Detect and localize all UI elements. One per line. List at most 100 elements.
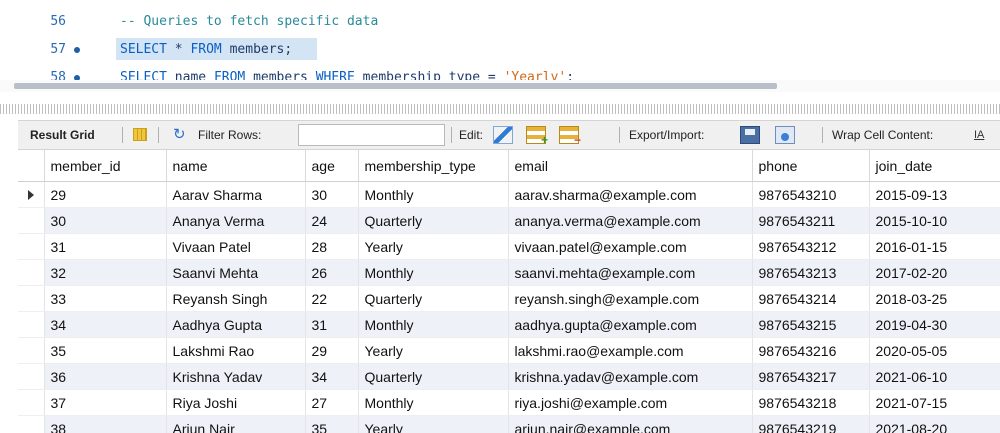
cell-email[interactable]: arjun.nair@example.com [508,415,753,433]
cell-age[interactable]: 28 [305,233,359,260]
cell-join-date[interactable]: 2016-01-15 [869,233,1000,260]
cell-member-id[interactable]: 37 [44,389,167,416]
cell-email[interactable]: reyansh.singh@example.com [508,285,753,312]
cell-name[interactable]: Vivaan Patel [166,233,306,260]
scrollbar-thumb[interactable] [14,83,777,89]
cell-age[interactable]: 30 [305,181,359,208]
editor-horizontal-scrollbar[interactable] [0,80,1000,92]
export-save-icon[interactable] [740,126,760,144]
editor-line-58[interactable]: 58 SELECT name FROM members WHERE member… [0,64,1000,80]
cell-member-id[interactable]: 32 [44,259,167,286]
cell-member-id[interactable]: 38 [44,415,167,433]
cell-member-id[interactable]: 30 [44,207,167,234]
cell-phone[interactable]: 9876543215 [752,311,870,338]
wrap-cell-icon[interactable]: IA [974,127,988,143]
cell-membership-type[interactable]: Yearly [358,415,509,433]
cell-join-date[interactable]: 2019-04-30 [869,311,1000,338]
cell-join-date[interactable]: 2021-08-20 [869,415,1000,433]
cell-name[interactable]: Aadhya Gupta [166,311,306,338]
cell-age[interactable]: 22 [305,285,359,312]
result-grid[interactable]: member_id name age membership_type email… [18,150,1000,433]
cell-membership-type[interactable]: Yearly [358,337,509,364]
column-header-email[interactable]: email [508,150,753,182]
column-header-join-date[interactable]: join_date [869,150,1000,182]
cell-membership-type[interactable]: Monthly [358,259,509,286]
column-header-membership-type[interactable]: membership_type [358,150,509,182]
table-row[interactable]: 37 Riya Joshi 27 Monthly riya.joshi@exam… [18,389,1000,416]
cell-name[interactable]: Saanvi Mehta [166,259,306,286]
cell-age[interactable]: 31 [305,311,359,338]
cell-email[interactable]: lakshmi.rao@example.com [508,337,753,364]
cell-phone[interactable]: 9876543211 [752,207,870,234]
cell-age[interactable]: 34 [305,363,359,390]
cell-email[interactable]: riya.joshi@example.com [508,389,753,416]
table-row[interactable]: 32 Saanvi Mehta 26 Monthly saanvi.mehta@… [18,259,1000,286]
cell-membership-type[interactable]: Monthly [358,311,509,338]
table-row[interactable]: 38 Arjun Nair 35 Yearly arjun.nair@examp… [18,415,1000,433]
sql-editor[interactable]: 56 -- Queries to fetch specific data 57 … [0,0,1000,80]
cell-email[interactable]: aarav.sharma@example.com [508,181,753,208]
cell-phone[interactable]: 9876543218 [752,389,870,416]
cell-join-date[interactable]: 2021-07-15 [869,389,1000,416]
cell-join-date[interactable]: 2020-05-05 [869,337,1000,364]
panel-splitter[interactable] [0,104,1000,114]
cell-phone[interactable]: 9876543212 [752,233,870,260]
column-header-age[interactable]: age [305,150,359,182]
cell-age[interactable]: 29 [305,337,359,364]
cell-member-id[interactable]: 31 [44,233,167,260]
cell-member-id[interactable]: 36 [44,363,167,390]
cell-member-id[interactable]: 34 [44,311,167,338]
delete-row-icon[interactable] [559,126,581,147]
cell-name[interactable]: Reyansh Singh [166,285,306,312]
cell-membership-type[interactable]: Quarterly [358,285,509,312]
cell-email[interactable]: vivaan.patel@example.com [508,233,753,260]
cell-phone[interactable]: 9876543217 [752,363,870,390]
cell-membership-type[interactable]: Monthly [358,389,509,416]
cell-name[interactable]: Aarav Sharma [166,181,306,208]
cell-name[interactable]: Krishna Yadav [166,363,306,390]
cell-join-date[interactable]: 2015-09-13 [869,181,1000,208]
cell-membership-type[interactable]: Yearly [358,233,509,260]
refresh-icon[interactable]: ↻ [173,127,191,143]
cell-phone[interactable]: 9876543213 [752,259,870,286]
cell-phone[interactable]: 9876543216 [752,337,870,364]
column-header-member-id[interactable]: member_id [44,150,167,182]
table-row[interactable]: 36 Krishna Yadav 34 Quarterly krishna.ya… [18,363,1000,390]
cell-membership-type[interactable]: Monthly [358,181,509,208]
cell-age[interactable]: 26 [305,259,359,286]
grid-view-icon[interactable] [133,128,147,141]
cell-name[interactable]: Lakshmi Rao [166,337,306,364]
cell-member-id[interactable]: 33 [44,285,167,312]
column-header-name[interactable]: name [166,150,306,182]
table-row[interactable]: 34 Aadhya Gupta 31 Monthly aadhya.gupta@… [18,311,1000,338]
result-grid-tab[interactable]: Result Grid [30,121,95,149]
cell-phone[interactable]: 9876543219 [752,415,870,433]
table-row[interactable]: 35 Lakshmi Rao 29 Yearly lakshmi.rao@exa… [18,337,1000,364]
cell-membership-type[interactable]: Quarterly [358,207,509,234]
cell-join-date[interactable]: 2018-03-25 [869,285,1000,312]
cell-email[interactable]: ananya.verma@example.com [508,207,753,234]
editor-line-57[interactable]: 57 SELECT * FROM members; [0,36,1000,62]
cell-name[interactable]: Ananya Verma [166,207,306,234]
cell-name[interactable]: Riya Joshi [166,389,306,416]
cell-join-date[interactable]: 2015-10-10 [869,207,1000,234]
cell-age[interactable]: 24 [305,207,359,234]
cell-membership-type[interactable]: Quarterly [358,363,509,390]
cell-name[interactable]: Arjun Nair [166,415,306,433]
cell-email[interactable]: aadhya.gupta@example.com [508,311,753,338]
cell-age[interactable]: 35 [305,415,359,433]
add-row-icon[interactable] [526,126,548,147]
cell-member-id[interactable]: 29 [44,181,167,208]
cell-join-date[interactable]: 2017-02-20 [869,259,1000,286]
table-row[interactable]: 31 Vivaan Patel 28 Yearly vivaan.patel@e… [18,233,1000,260]
column-header-phone[interactable]: phone [752,150,870,182]
filter-rows-input[interactable] [298,124,445,146]
cell-join-date[interactable]: 2021-06-10 [869,363,1000,390]
cell-age[interactable]: 27 [305,389,359,416]
editor-line-56[interactable]: 56 -- Queries to fetch specific data [0,8,1000,34]
cell-phone[interactable]: 9876543210 [752,181,870,208]
import-icon[interactable] [775,126,795,144]
cell-phone[interactable]: 9876543214 [752,285,870,312]
table-row[interactable]: 33 Reyansh Singh 22 Quarterly reyansh.si… [18,285,1000,312]
edit-pencil-icon[interactable] [493,126,513,144]
